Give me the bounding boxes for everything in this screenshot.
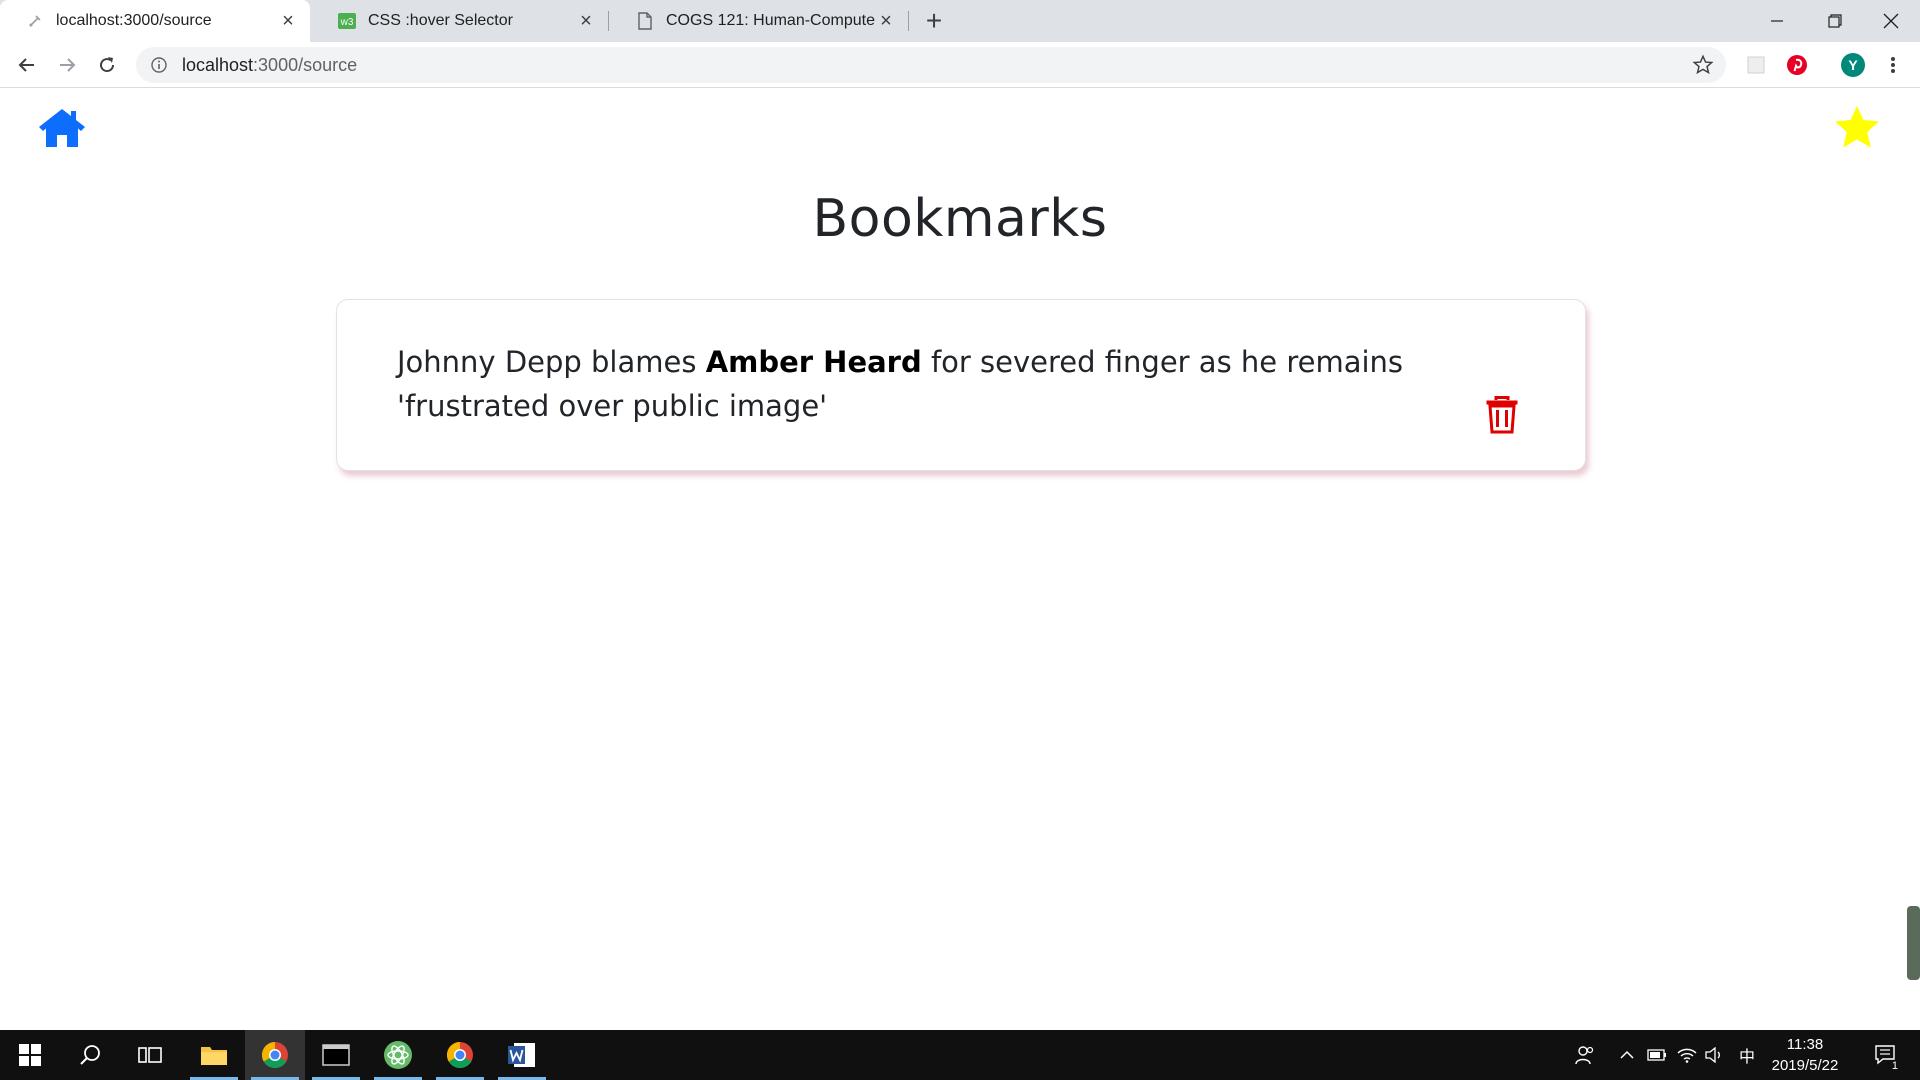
profile-initial: Y (1848, 57, 1858, 73)
close-tab-icon[interactable]: × (576, 10, 596, 32)
clock-date: 2019/5/22 (1771, 1057, 1839, 1074)
tab-cogs-121[interactable]: COGS 121: Human-Computer × (610, 0, 908, 42)
document-icon (636, 12, 654, 30)
clock-time: 11:38 (1786, 1036, 1824, 1053)
close-tab-icon[interactable]: × (278, 10, 298, 32)
bookmark-headline[interactable]: Johnny Depp blames Amber Heard for sever… (397, 340, 1527, 428)
volume-icon[interactable] (1703, 1030, 1727, 1080)
tab-css-hover[interactable]: w3 CSS :hover Selector × (312, 0, 608, 42)
address-bar[interactable]: localhost:3000/source (136, 47, 1726, 83)
bookmark-card: Johnny Depp blames Amber Heard for sever… (336, 299, 1586, 471)
chevron-up-icon[interactable] (1615, 1030, 1639, 1080)
start-button[interactable] (0, 1030, 60, 1080)
tab-localhost-source[interactable]: localhost:3000/source × (0, 0, 310, 42)
scroll-handle[interactable] (1907, 906, 1920, 980)
atom-icon[interactable] (368, 1030, 428, 1080)
search-icon[interactable] (60, 1030, 120, 1080)
pinterest-icon[interactable] (1784, 52, 1810, 78)
page-loading-icon (26, 12, 44, 30)
tab-separator (608, 11, 609, 31)
profile-avatar[interactable]: Y (1840, 52, 1866, 78)
minimize-icon[interactable] (1748, 0, 1806, 42)
browser-toolbar: localhost:3000/source Y (0, 42, 1920, 88)
new-tab-button[interactable]: + (918, 5, 950, 37)
task-view-icon[interactable] (120, 1030, 180, 1080)
chrome-icon[interactable] (245, 1030, 305, 1080)
tab-title: localhost:3000/source (56, 12, 212, 29)
close-tab-icon[interactable]: × (876, 10, 896, 32)
bookmark-star-icon[interactable] (1692, 54, 1714, 76)
word-icon[interactable] (492, 1030, 552, 1080)
menu-icon[interactable] (1880, 52, 1906, 78)
ime-indicator[interactable]: 中 (1735, 1030, 1759, 1080)
wifi-icon[interactable] (1675, 1030, 1699, 1080)
battery-icon[interactable] (1645, 1030, 1669, 1080)
page-title: Bookmarks (812, 189, 1108, 249)
clock[interactable]: 11:38 2019/5/22 (1760, 1034, 1850, 1076)
home-icon[interactable] (38, 107, 86, 149)
extension-icon[interactable] (1743, 52, 1769, 78)
tab-title: COGS 121: Human-Computer (666, 12, 876, 29)
close-window-icon[interactable] (1862, 0, 1920, 42)
w3schools-icon: w3 (338, 12, 356, 30)
terminal-icon[interactable] (306, 1030, 366, 1080)
url-host: localhost (182, 54, 254, 75)
headline-highlight: Amber Heard (705, 345, 922, 379)
star-icon[interactable] (1834, 105, 1880, 149)
notification-icon[interactable]: 1 (1866, 1030, 1906, 1080)
people-icon[interactable] (1570, 1030, 1600, 1080)
notification-count: 1 (1889, 1060, 1900, 1072)
page-content: Bookmarks Johnny Depp blames Amber Heard… (0, 89, 1920, 1029)
file-explorer-icon[interactable] (184, 1030, 244, 1080)
taskbar: 中 11:38 2019/5/22 1 (0, 1030, 1920, 1080)
trash-icon[interactable] (1485, 396, 1519, 434)
tab-separator (908, 11, 909, 31)
url-text: localhost:3000/source (182, 55, 357, 76)
tab-title: CSS :hover Selector (368, 12, 513, 29)
tab-strip: localhost:3000/source × w3 CSS :hover Se… (0, 0, 1920, 42)
chrome-icon[interactable] (430, 1030, 490, 1080)
svg-text:w3: w3 (340, 17, 354, 28)
site-info-icon[interactable] (150, 56, 168, 74)
url-path: :3000/source (253, 54, 358, 75)
back-button[interactable] (10, 48, 44, 82)
reload-button[interactable] (90, 48, 124, 82)
forward-button[interactable] (50, 48, 84, 82)
restore-icon[interactable] (1806, 0, 1864, 42)
headline-text: Johnny Depp blames (397, 345, 706, 379)
